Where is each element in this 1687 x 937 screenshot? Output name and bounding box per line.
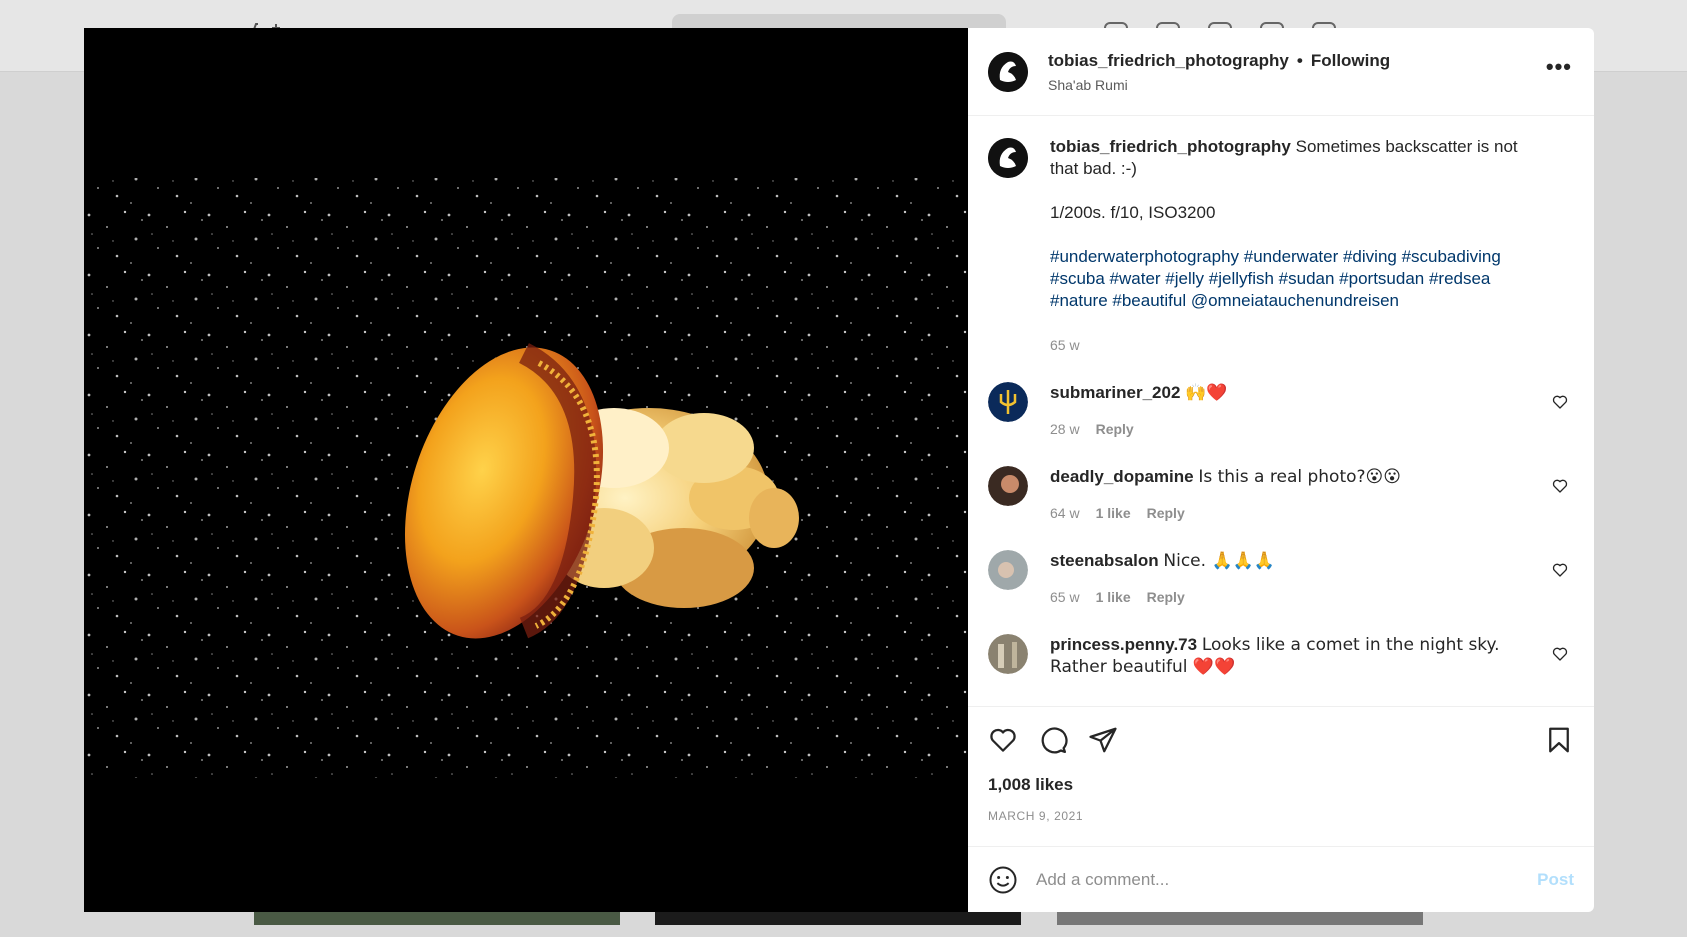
comment-item: princess.penny.73 Looks like a comet in … xyxy=(988,634,1574,678)
more-options-button[interactable]: ••• xyxy=(1546,56,1572,78)
comment-username[interactable]: steenabsalon xyxy=(1050,551,1159,570)
post-image[interactable] xyxy=(84,28,968,912)
post-header: tobias_friedrich_photography • Following… xyxy=(968,28,1594,116)
post-header-text: tobias_friedrich_photography • Following… xyxy=(1048,51,1390,93)
post-modal: tobias_friedrich_photography • Following… xyxy=(84,28,1594,912)
comment-composer: Post xyxy=(968,846,1594,912)
avatar[interactable] xyxy=(988,138,1028,178)
bookmark-icon[interactable] xyxy=(1544,725,1574,755)
action-icons-row xyxy=(988,707,1574,773)
comment-body: deadly_dopamine Is this a real photo?😮😮 … xyxy=(1050,466,1500,524)
comment-text: Is this a real photo?😮😮 xyxy=(1198,467,1401,487)
hashtags-line[interactable]: #scuba #water #jelly #jellyfish #sudan #… xyxy=(1050,268,1550,290)
comment-username[interactable]: deadly_dopamine xyxy=(1050,467,1194,486)
post-author-username[interactable]: tobias_friedrich_photography xyxy=(1048,51,1289,71)
comment-username[interactable]: submariner_202 xyxy=(1050,383,1180,402)
likes-count[interactable]: 1,008 likes xyxy=(988,775,1574,795)
caption-meta: 65 w xyxy=(1050,334,1550,356)
profile-logo-icon xyxy=(988,138,1028,178)
comment-input[interactable] xyxy=(1036,869,1526,890)
comment-meta: 28 w Reply xyxy=(1050,418,1500,440)
separator-dot: • xyxy=(1296,50,1303,70)
heart-icon[interactable] xyxy=(1552,562,1568,578)
comment-item: submariner_202 🙌❤️ 28 w Reply xyxy=(988,382,1574,440)
comment-text: 🙌❤️ xyxy=(1185,383,1228,403)
caption-time: 65 w xyxy=(1050,337,1080,353)
comment-body: princess.penny.73 Looks like a comet in … xyxy=(1050,634,1500,678)
caption-body: tobias_friedrich_photography Sometimes b… xyxy=(1050,136,1550,356)
avatar[interactable] xyxy=(988,466,1028,506)
comment-item: deadly_dopamine Is this a real photo?😮😮 … xyxy=(988,466,1574,524)
comment-username[interactable]: princess.penny.73 xyxy=(1050,635,1197,654)
comment-text: Nice. 🙏🙏🙏 xyxy=(1163,551,1275,571)
share-icon[interactable] xyxy=(1088,725,1118,755)
comment-likes[interactable]: 1 like xyxy=(1096,502,1131,524)
comment-time: 65 w xyxy=(1050,589,1080,605)
caption-text-block: tobias_friedrich_photography Sometimes b… xyxy=(1050,136,1550,180)
post-side-panel: tobias_friedrich_photography • Following… xyxy=(968,28,1594,912)
hashtags-line[interactable]: #underwaterphotography #underwater #divi… xyxy=(1050,246,1550,268)
profile-logo-icon xyxy=(988,51,1028,92)
photo-avatar-icon xyxy=(988,550,1028,590)
comment-likes[interactable]: 1 like xyxy=(1096,586,1131,608)
heart-icon[interactable] xyxy=(1552,478,1568,494)
avatar[interactable] xyxy=(988,634,1028,674)
jellyfish-photo xyxy=(84,28,968,912)
post-date: MARCH 9, 2021 xyxy=(988,809,1084,823)
photo-avatar-icon xyxy=(988,634,1028,674)
comment-body: steenabsalon Nice. 🙏🙏🙏 65 w 1 like Reply xyxy=(1050,550,1500,608)
reply-button[interactable]: Reply xyxy=(1147,586,1185,608)
avatar[interactable] xyxy=(988,382,1028,422)
post-location[interactable]: Sha'ab Rumi xyxy=(1048,77,1390,93)
post-comment-button[interactable]: Post xyxy=(1537,870,1574,890)
comment-time: 28 w xyxy=(1050,421,1080,437)
comment-meta: 64 w 1 like Reply xyxy=(1050,502,1500,524)
comment-body: submariner_202 🙌❤️ 28 w Reply xyxy=(1050,382,1500,440)
hashtags-line[interactable]: #nature #beautiful @omneiatauchenundreis… xyxy=(1050,290,1550,312)
caption-hashtags: #underwaterphotography #underwater #divi… xyxy=(1050,246,1550,312)
post-caption: tobias_friedrich_photography Sometimes b… xyxy=(988,136,1574,356)
reply-button[interactable]: Reply xyxy=(1096,418,1134,440)
post-actions: 1,008 likes MARCH 9, 2021 xyxy=(968,706,1594,846)
comment-time: 64 w xyxy=(1050,505,1080,521)
photo-avatar-icon xyxy=(988,466,1028,506)
reply-button[interactable]: Reply xyxy=(1147,502,1185,524)
heart-icon[interactable] xyxy=(1552,646,1568,662)
comment-meta: 65 w 1 like Reply xyxy=(1050,586,1500,608)
emoji-icon[interactable] xyxy=(988,865,1018,895)
caption-settings: 1/200s. f/10, ISO3200 xyxy=(1050,203,1216,222)
avatar[interactable] xyxy=(988,51,1028,92)
caption-username[interactable]: tobias_friedrich_photography xyxy=(1050,137,1291,156)
comment-icon[interactable] xyxy=(1038,725,1068,755)
avatar[interactable] xyxy=(988,550,1028,590)
heart-icon[interactable] xyxy=(988,725,1018,755)
following-button[interactable]: Following xyxy=(1311,51,1390,71)
post-header-row: tobias_friedrich_photography • Following xyxy=(1048,51,1390,71)
trident-avatar-icon xyxy=(988,382,1028,422)
heart-icon[interactable] xyxy=(1552,394,1568,410)
comment-item: steenabsalon Nice. 🙏🙏🙏 65 w 1 like Reply xyxy=(988,550,1574,608)
comments-list[interactable]: tobias_friedrich_photography Sometimes b… xyxy=(968,116,1594,706)
